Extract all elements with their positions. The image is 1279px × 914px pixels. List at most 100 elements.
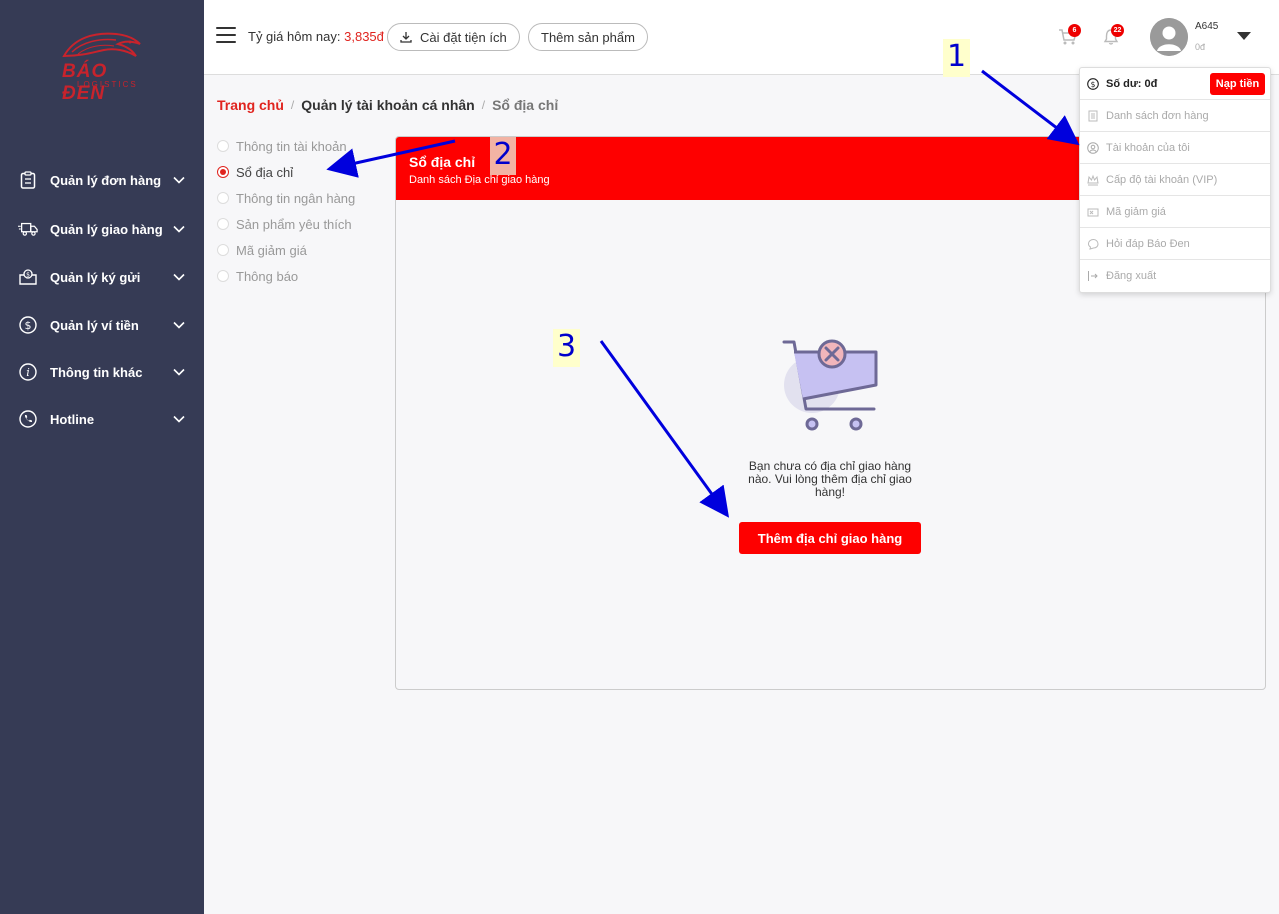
account-menu-item-bank[interactable]: Thông tin ngân hàng (217, 188, 387, 208)
user-avatar-icon (1150, 18, 1188, 56)
sidebar-item-label: Hotline (50, 411, 95, 427)
dropdown-item-label: Danh sách đơn hàng (1106, 109, 1209, 122)
breadcrumb-separator: / (481, 98, 486, 112)
sidebar-item-label: Quản lý giao hàng (50, 221, 163, 237)
card-subtitle: Danh sách Địa chỉ giao hàng (409, 174, 550, 186)
logout-icon (1088, 271, 1098, 281)
radio-button[interactable] (217, 244, 229, 256)
clipboard-icon (18, 170, 38, 190)
chevron-down-icon (173, 273, 185, 281)
sidebar-item-label: Quản lý đơn hàng (50, 172, 162, 188)
info-icon: i (18, 362, 38, 382)
radio-button-selected[interactable] (217, 166, 229, 178)
dropdown-item-label: Mã giảm giá (1106, 205, 1166, 218)
account-menu-label: Sổ địa chỉ (236, 164, 294, 180)
sidebar: BÁO ĐEN LOGISTICS Quản lý đơn hàng Quản … (0, 0, 204, 914)
chat-icon (1087, 238, 1099, 250)
dropdown-item-order-list[interactable]: Danh sách đơn hàng (1080, 100, 1270, 132)
dropdown-item-label: Hỏi đáp Báo Đen (1106, 237, 1190, 250)
install-extension-label: Cài đặt tiện ích (420, 29, 507, 45)
menu-toggle-icon[interactable] (216, 27, 236, 45)
cart-count-badge: 6 (1068, 24, 1081, 37)
breadcrumb: Trang chủ / Quản lý tài khoản cá nhân / … (217, 97, 558, 113)
account-menu-label: Thông báo (236, 268, 299, 284)
account-menu-item-favorites[interactable]: Sản phẩm yêu thích (217, 214, 387, 234)
truck-icon (18, 219, 38, 239)
sidebar-item-other-info[interactable]: i Thông tin khác (0, 352, 204, 392)
exchange-rate-label: Tỷ giá hôm nay: (248, 29, 341, 44)
card-title: Sổ địa chỉ (409, 154, 476, 170)
coupon-icon (1087, 208, 1099, 216)
dropdown-item-coupons[interactable]: Mã giảm giá (1080, 196, 1270, 228)
chevron-down-icon (173, 225, 185, 233)
top-up-button[interactable]: Nạp tiền (1210, 73, 1265, 95)
chevron-down-icon (173, 321, 185, 329)
user-menu-caret-icon[interactable] (1237, 32, 1251, 40)
download-icon (400, 32, 412, 43)
chevron-down-icon (173, 176, 185, 184)
exchange-rate-value: 3,835đ (344, 29, 384, 44)
crown-icon (1087, 174, 1099, 185)
cart-button[interactable]: 6 (1058, 24, 1081, 51)
document-icon (1088, 110, 1098, 121)
annotation-step-1: 1 (943, 39, 970, 77)
sidebar-item-delivery[interactable]: Quản lý giao hàng (0, 209, 204, 249)
svg-text:i: i (26, 366, 30, 379)
account-menu-item-address-book[interactable]: Sổ địa chỉ (217, 162, 387, 182)
breadcrumb-separator: / (290, 98, 295, 112)
dropdown-item-faq[interactable]: Hỏi đáp Báo Đen (1080, 228, 1270, 260)
sidebar-item-consignment[interactable]: $ Quản lý ký gửi (0, 257, 204, 297)
dollar-circle-icon: $ (1087, 78, 1099, 90)
svg-text:$: $ (26, 271, 30, 278)
exchange-rate: Tỷ giá hôm nay: 3,835đ (248, 29, 384, 44)
brand-tagline: LOGISTICS (77, 80, 138, 89)
notification-count-badge: 22 (1111, 24, 1124, 37)
add-product-label: Thêm sản phẩm (541, 29, 635, 45)
breadcrumb-account[interactable]: Quản lý tài khoản cá nhân (301, 97, 474, 113)
dropdown-item-logout[interactable]: Đăng xuất (1080, 260, 1270, 292)
phone-icon (18, 409, 38, 429)
notification-button[interactable]: 22 (1103, 24, 1124, 51)
chevron-down-icon (173, 368, 185, 376)
avatar[interactable] (1150, 18, 1188, 56)
radio-button[interactable] (217, 192, 229, 204)
arrow-step-1 (981, 69, 1080, 146)
account-menu-label: Mã giảm giá (236, 242, 307, 258)
radio-button[interactable] (217, 140, 229, 152)
sidebar-item-hotline[interactable]: Hotline (0, 399, 204, 439)
breadcrumb-home[interactable]: Trang chủ (217, 97, 284, 113)
sidebar-item-orders[interactable]: Quản lý đơn hàng (0, 160, 204, 200)
dropdown-balance-label: Số dư: 0đ (1106, 78, 1158, 90)
radio-button[interactable] (217, 218, 229, 230)
install-extension-button[interactable]: Cài đặt tiện ích (387, 23, 520, 51)
account-menu-item-coupons[interactable]: Mã giảm giá (217, 240, 387, 260)
add-address-button[interactable]: Thêm địa chỉ giao hàng (739, 522, 921, 554)
account-menu-item-notifications[interactable]: Thông báo (217, 266, 387, 286)
annotation-step-3: 3 (553, 329, 580, 367)
user-circle-icon (1087, 141, 1099, 154)
money-box-icon: $ (18, 267, 38, 287)
brand-logo[interactable]: BÁO ĐEN LOGISTICS (52, 28, 152, 104)
sidebar-item-label: Quản lý ký gửi (50, 269, 141, 285)
topbar: Tỷ giá hôm nay: 3,835đ Cài đặt tiện ích … (204, 0, 1279, 75)
dropdown-balance-row: $ Số dư: 0đ Nạp tiền (1080, 68, 1270, 100)
dropdown-item-label: Cấp độ tài khoản (VIP) (1106, 173, 1218, 186)
account-menu-label: Sản phẩm yêu thích (236, 216, 352, 232)
username: A645 (1195, 21, 1219, 32)
radio-button[interactable] (217, 270, 229, 282)
dropdown-item-my-account[interactable]: Tài khoản của tôi (1080, 132, 1270, 164)
empty-cart-icon (782, 339, 878, 431)
account-menu-label: Thông tin tài khoản (236, 138, 347, 154)
account-menu-label: Thông tin ngân hàng (236, 190, 356, 206)
sidebar-item-wallet[interactable]: $ Quản lý ví tiền (0, 305, 204, 345)
dropdown-item-vip-level[interactable]: Cấp độ tài khoản (VIP) (1080, 164, 1270, 196)
sidebar-item-label: Quản lý ví tiền (50, 317, 139, 333)
sidebar-item-label: Thông tin khác (50, 364, 143, 380)
user-dropdown-menu: $ Số dư: 0đ Nạp tiền Danh sách đơn hàng … (1079, 67, 1271, 293)
add-product-button[interactable]: Thêm sản phẩm (528, 23, 648, 51)
empty-state-message: Bạn chưa có địa chỉ giao hàng nào. Vui l… (748, 459, 912, 499)
dollar-circle-icon: $ (18, 315, 38, 335)
user-balance: 0đ (1195, 42, 1206, 52)
breadcrumb-current: Sổ địa chỉ (492, 97, 559, 113)
account-menu-item-info[interactable]: Thông tin tài khoản (217, 136, 387, 156)
